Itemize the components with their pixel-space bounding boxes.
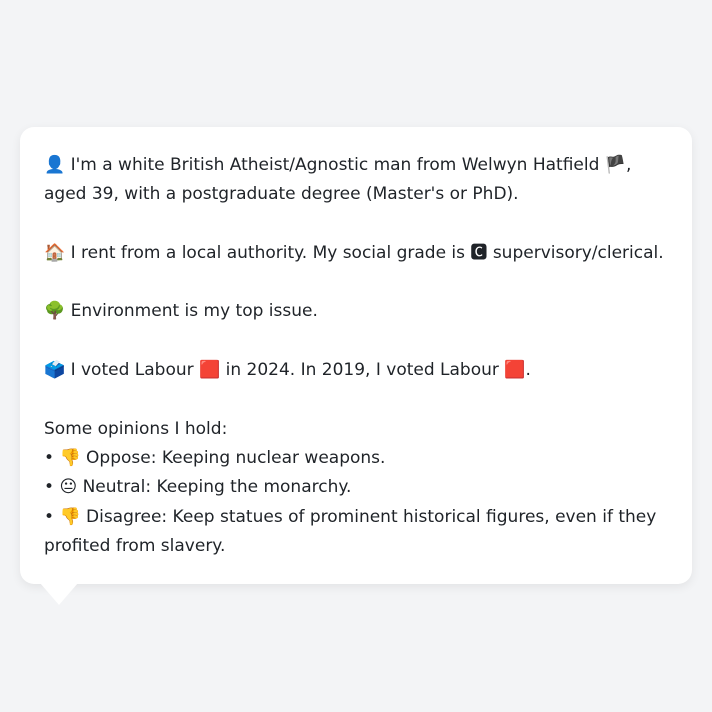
vote-text-c: . (525, 360, 531, 381)
person-icon: 👤 (44, 155, 66, 175)
opinion-item: • 👎 Oppose: Keeping nuclear weapons. (44, 444, 668, 473)
vote-line: 🗳️ I voted Labour 🟥 in 2024. In 2019, I … (44, 356, 668, 385)
identity-line: 👤 I'm a white British Atheist/Agnostic m… (44, 151, 668, 210)
profile-message-bubble: 👤 I'm a white British Atheist/Agnostic m… (20, 127, 692, 584)
thumbs-down-icon: 👎 (59, 447, 81, 468)
house-icon: 🏠 (44, 242, 66, 263)
speech-bubble-tail (40, 583, 78, 605)
opinion-text: Oppose: Keeping nuclear weapons. (86, 447, 386, 468)
bullet: • (44, 506, 55, 527)
opinions-heading: Some opinions I hold: (44, 418, 228, 439)
opinion-text: Disagree: Keep statues of prominent hist… (44, 506, 657, 556)
neutral-face-icon: 😐 (59, 477, 78, 498)
red-square-icon: 🟥 (199, 360, 221, 381)
issue-text: Environment is my top issue. (70, 301, 318, 322)
vote-text-b: in 2024. In 2019, I voted Labour (225, 360, 499, 381)
housing-text: I rent from a local authority. My social… (70, 242, 466, 263)
grade-c-badge-icon: 🅲 (470, 242, 488, 263)
tree-icon: 🌳 (44, 301, 66, 322)
england-flag-icon: 🏴 (604, 155, 626, 175)
ballot-box-icon: 🗳️ (44, 360, 66, 381)
housing-text-tail: supervisory/clerical. (492, 242, 664, 263)
housing-line: 🏠 I rent from a local authority. My soci… (44, 239, 668, 268)
bullet: • (44, 447, 55, 468)
issue-line: 🌳 Environment is my top issue. (44, 297, 668, 326)
opinion-item: • 👎 Disagree: Keep statues of prominent … (44, 503, 668, 562)
bullet: • (44, 477, 55, 498)
red-square-icon: 🟥 (504, 360, 526, 381)
opinion-item: • 😐 Neutral: Keeping the monarchy. (44, 473, 668, 502)
identity-text: I'm a white British Atheist/Agnostic man… (70, 155, 600, 175)
opinion-text: Neutral: Keeping the monarchy. (82, 477, 352, 498)
thumbs-down-icon: 👎 (59, 506, 81, 527)
vote-text-a: I voted Labour (70, 360, 194, 381)
